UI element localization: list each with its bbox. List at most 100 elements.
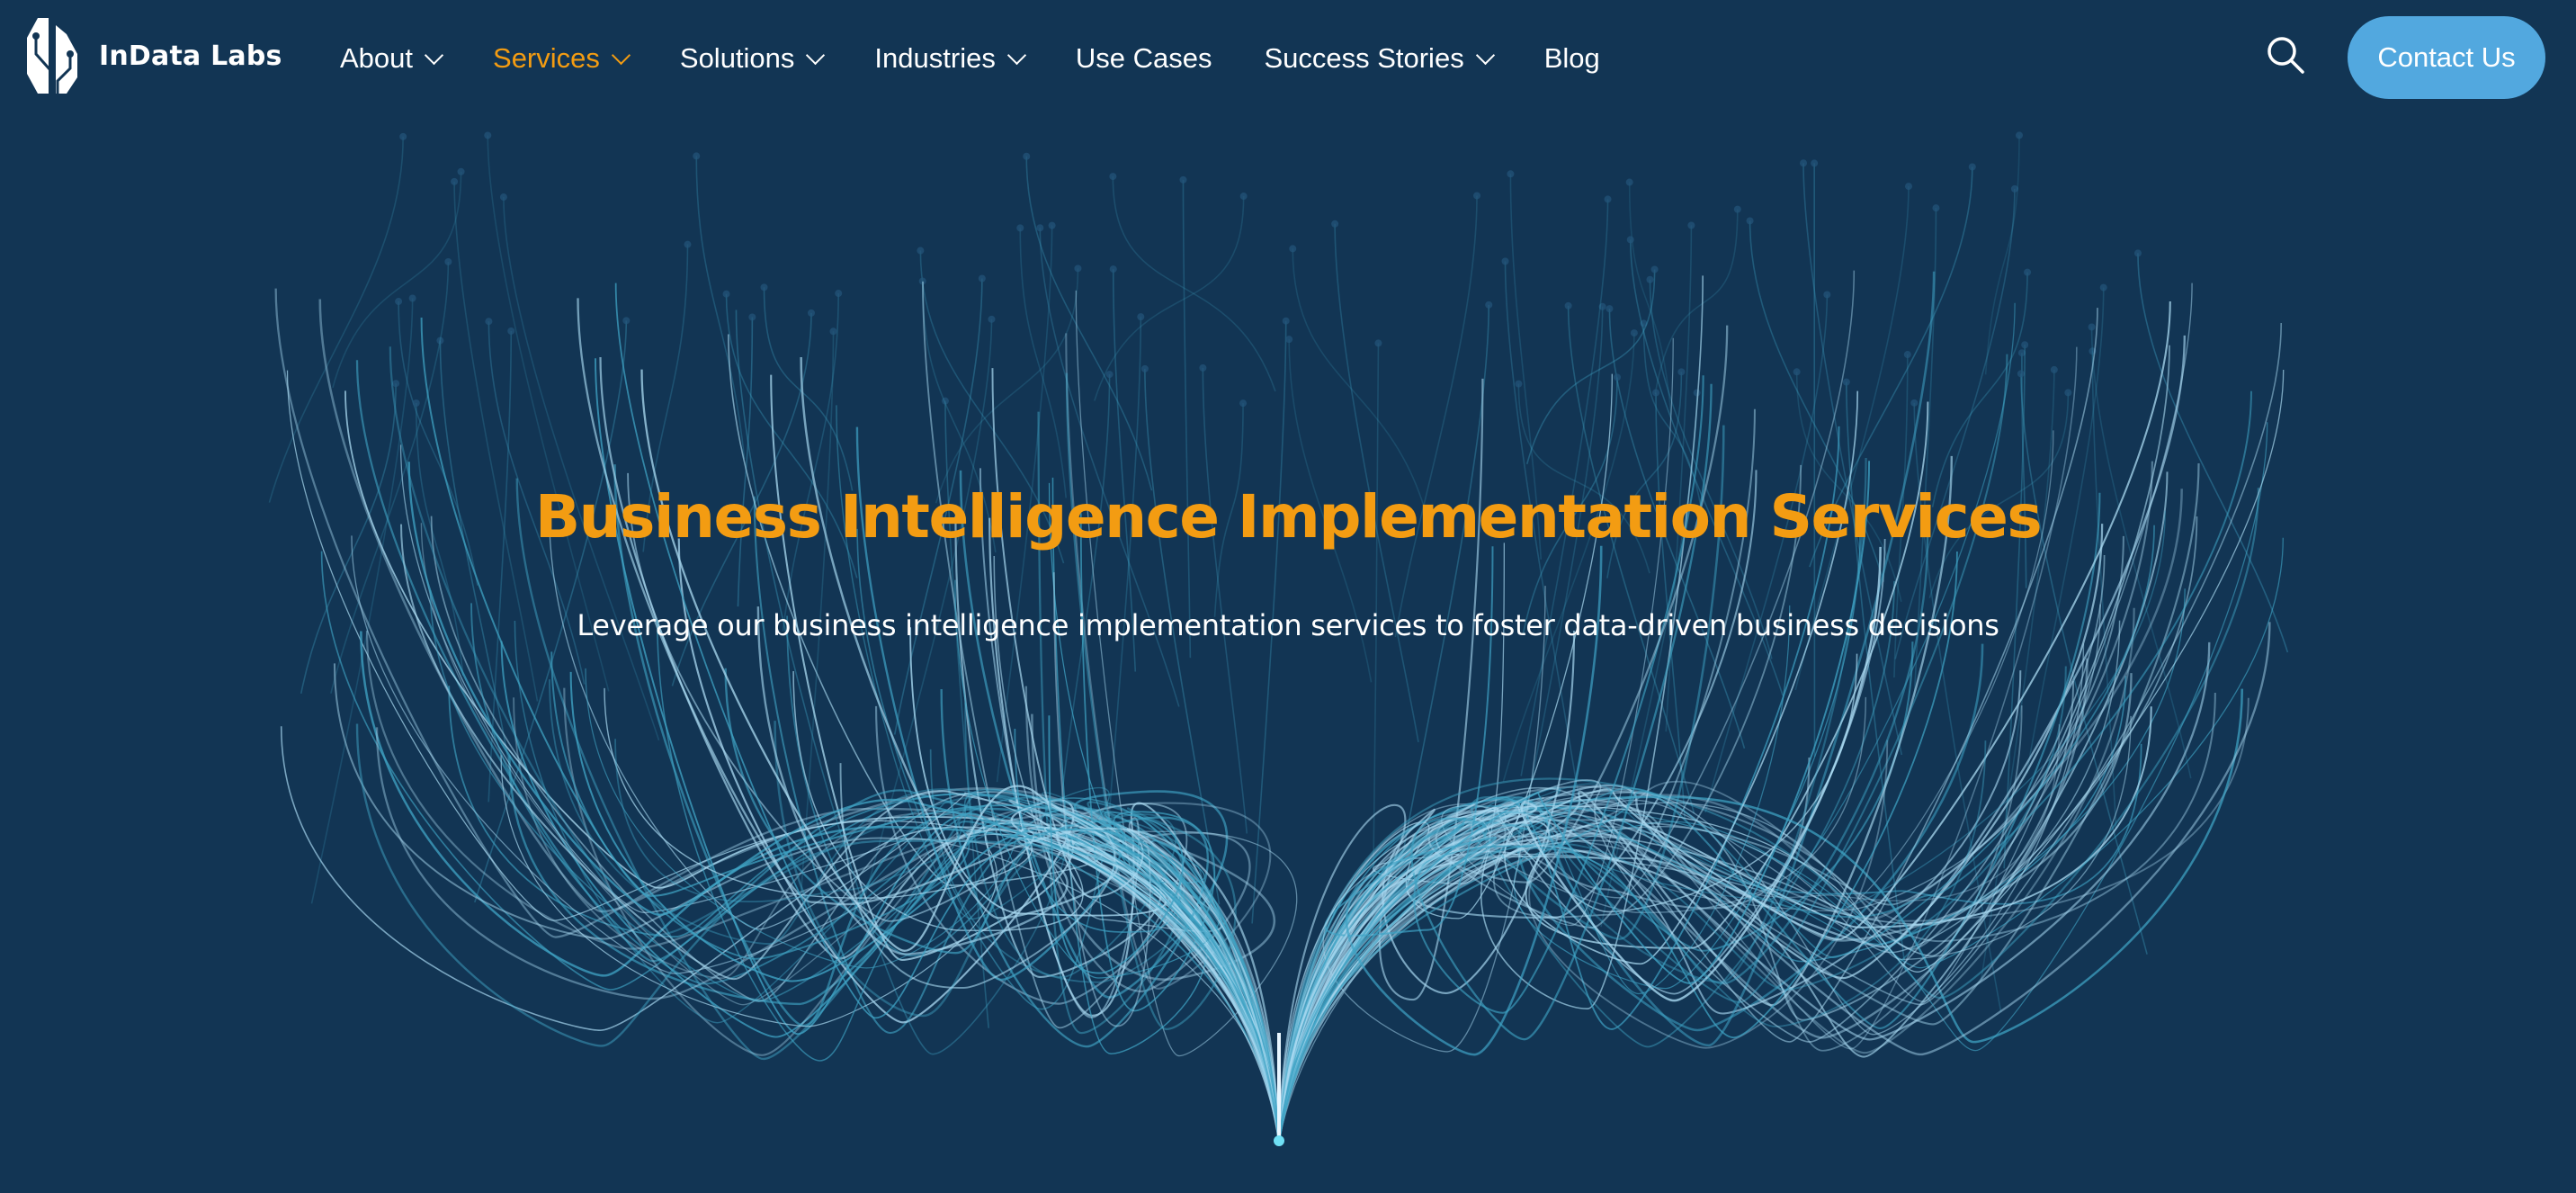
nav-item-solutions[interactable]: Solutions [680, 42, 826, 75]
background-strand [1525, 269, 1656, 465]
background-node [399, 132, 407, 140]
nav-item-industries[interactable]: Industries [874, 42, 1026, 75]
background-strand [2020, 373, 2148, 955]
background-node [1331, 220, 1339, 228]
background-node [622, 317, 631, 325]
background-node [1239, 193, 1248, 201]
background-node [1109, 173, 1117, 181]
nav-item-success-stories[interactable]: Success Stories [1264, 42, 1495, 75]
hero-subtitle: Leverage our business intelligence imple… [577, 608, 1999, 642]
nav-label: Success Stories [1264, 42, 1464, 74]
background-strand [268, 136, 404, 503]
background-node [829, 327, 837, 336]
background-strand [1984, 135, 2020, 375]
indata-logo-icon [27, 18, 77, 94]
background-node [408, 294, 416, 302]
fountain-curve [1277, 688, 2244, 1142]
search-button[interactable] [2265, 34, 2308, 77]
contact-us-button[interactable]: Contact Us [2348, 16, 2545, 99]
nav-label: Industries [874, 42, 996, 74]
background-strand [695, 156, 746, 459]
background-strand [2090, 327, 2192, 779]
background-node [1485, 300, 1493, 309]
nav-label: Blog [1543, 42, 1600, 74]
fountain-curve [1277, 489, 2183, 1142]
fountain-curve [627, 472, 1280, 1142]
background-node [1800, 159, 1808, 167]
background-node [2021, 341, 2029, 349]
background-node [1746, 217, 1754, 225]
background-node [1473, 192, 1481, 200]
background-node [457, 167, 465, 175]
background-node [1016, 224, 1024, 232]
background-node [499, 193, 507, 202]
background-node [988, 315, 996, 323]
background-node [760, 283, 768, 292]
background-node [1677, 368, 1686, 376]
background-node [1282, 317, 1290, 325]
background-strand [1182, 179, 1192, 659]
chevron-down-icon [1475, 45, 1495, 65]
fountain-curve [1278, 346, 2078, 1142]
background-node [684, 240, 692, 248]
nav-item-about[interactable]: About [340, 42, 444, 75]
background-node [1842, 378, 1850, 386]
background-strand [503, 197, 660, 741]
fountain-curve [1277, 488, 2259, 1142]
background-node [1630, 329, 1638, 337]
background-node [2017, 370, 2025, 378]
background-node [451, 177, 459, 185]
nav-label: Use Cases [1075, 42, 1212, 74]
fountain-curve [420, 317, 1280, 1142]
background-node [1023, 152, 1031, 160]
fountain-curve [599, 357, 1281, 1142]
fountain-curve [1278, 270, 1856, 1142]
nav-item-services[interactable]: Services [493, 42, 631, 75]
background-node [484, 131, 492, 139]
fountain-curve [614, 283, 1280, 1142]
background-node [808, 309, 816, 317]
background-node [1811, 159, 1819, 167]
brand-name: InData Labs [99, 40, 282, 72]
background-node [2024, 268, 2032, 276]
nav-item-use-cases[interactable]: Use Cases [1076, 42, 1212, 75]
chevron-down-icon [806, 45, 826, 65]
background-node [1501, 257, 1509, 265]
hero-background-graphic [268, 131, 2289, 1146]
background-node [1199, 363, 1207, 372]
background-strand [763, 287, 854, 491]
background-strand [310, 298, 414, 904]
background-node [1285, 336, 1293, 344]
background-node [1140, 364, 1149, 372]
background-strand [2137, 253, 2289, 653]
background-node [1289, 245, 1297, 253]
background-node [1625, 178, 1633, 186]
background-node [1239, 399, 1248, 408]
background-node [1733, 205, 1741, 213]
background-node [917, 247, 925, 255]
fountain-curve [1278, 697, 2250, 1142]
background-node [1109, 265, 1117, 274]
top-navigation: InData Labs About Services Solutions Ind… [0, 0, 2576, 117]
search-icon [2267, 37, 2304, 74]
background-node [1614, 373, 1622, 381]
hero-title: Business Intelligence Implementation Ser… [534, 482, 2043, 552]
background-node [1968, 163, 1976, 171]
background-strand [1202, 367, 1248, 834]
background-node [444, 257, 452, 265]
nav-item-blog[interactable]: Blog [1544, 42, 1600, 75]
fountain-curve [1277, 693, 2216, 1142]
background-node [1652, 389, 1660, 397]
background-node [1823, 291, 1831, 299]
background-node [395, 298, 403, 306]
background-node [1507, 170, 1515, 178]
fountain-curve [389, 346, 1281, 1142]
background-node [1606, 305, 1614, 313]
brand-logo[interactable]: InData Labs [25, 16, 282, 95]
background-node [2016, 131, 2024, 139]
background-strand [1025, 156, 1153, 491]
fountain-curve [1278, 283, 2193, 1142]
background-strand [1094, 196, 1245, 401]
background-node [1048, 221, 1056, 229]
fountain-curve [728, 334, 1280, 1142]
